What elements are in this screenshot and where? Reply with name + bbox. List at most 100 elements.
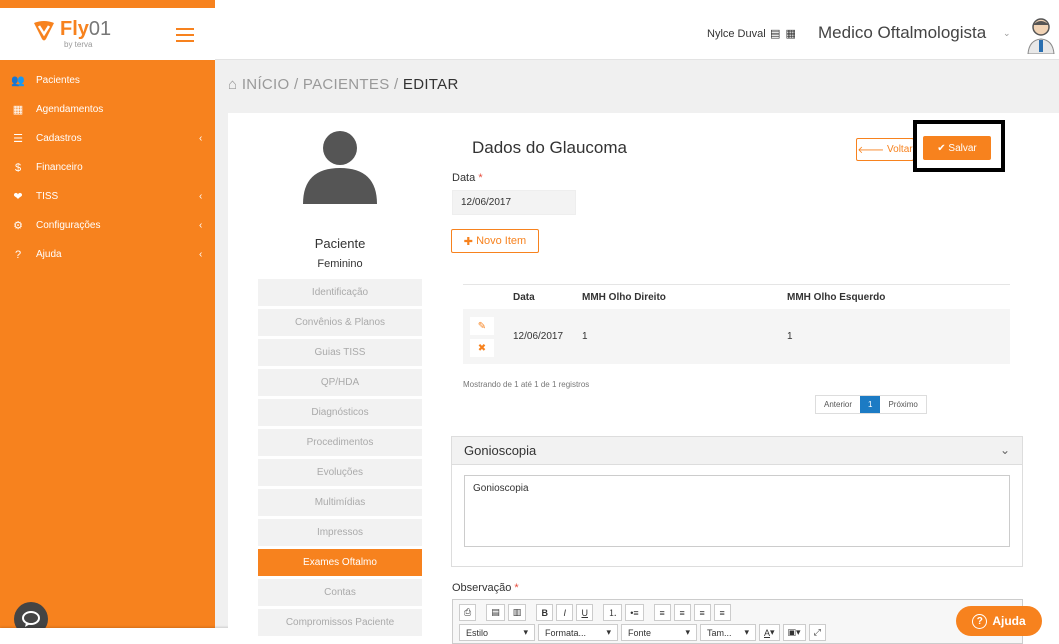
ajuda-button[interactable]: ? Ajuda [956, 606, 1042, 636]
observacao-editor: ⎙ ▤ ▥ B I U ⒈ •≡ ≡ ≡ ≡ ≡ Estilo ▾ Formata… [452, 599, 1023, 644]
paste-text-icon[interactable]: ▥ [507, 604, 527, 621]
bullet-list-icon[interactable]: •≡ [625, 604, 644, 621]
sidebar-item-configuracoes[interactable]: ⚙ Configurações ‹ [0, 211, 215, 240]
chevron-left-icon: ‹ [199, 249, 203, 260]
sidebar-item-financeiro[interactable]: $ Financeiro [0, 153, 215, 182]
sidebar-item-label: TISS [36, 191, 59, 202]
italic-icon[interactable]: I [556, 604, 574, 621]
question-icon: ? [14, 248, 22, 261]
sidebar-item-label: Cadastros [36, 133, 82, 144]
patient-section-menu: Identificação Convênios & Planos Guias T… [251, 276, 429, 639]
table-cell: 1 [582, 331, 588, 342]
brand-by: by terva [64, 40, 93, 49]
logo-area: Fly01 by terva [0, 8, 215, 60]
arrow-left-icon: 🡐 [857, 144, 888, 156]
calendar-icon: ▦ [12, 104, 24, 116]
chevron-down-icon[interactable]: ⌄ [1000, 443, 1010, 457]
section-diagnosticos[interactable]: Diagnósticos [258, 399, 422, 426]
section-convenios[interactable]: Convênios & Planos [258, 309, 422, 336]
data-field[interactable]: 12/06/2017 [452, 190, 576, 215]
chevron-down-icon[interactable]: ⌄ [1003, 28, 1011, 39]
print-icon[interactable]: ⎙ [459, 604, 477, 621]
bg-color-icon[interactable]: ▣▾ [782, 624, 806, 641]
sidebar: Fly01 by terva 👥 Pacientes ▦ Agendamento… [0, 8, 215, 644]
sidebar-item-label: Configurações [36, 220, 101, 231]
doctor-avatar-icon[interactable] [1025, 16, 1057, 54]
chevron-left-icon: ‹ [199, 191, 203, 202]
heart-icon: ❤ [13, 191, 23, 203]
size-select[interactable]: Tam... ▾ [700, 624, 756, 641]
pager-prev[interactable]: Anterior [816, 396, 860, 413]
section-qp-hda[interactable]: QP/HDA [258, 369, 422, 396]
format-select[interactable]: Formata... ▾ [538, 624, 618, 641]
salvar-button[interactable]: ✔ Salvar [923, 136, 991, 160]
pager-next[interactable]: Próximo [880, 396, 925, 413]
paste-icon[interactable]: ▤ [486, 604, 505, 621]
grid-icon[interactable]: ▤ ▦ [770, 27, 797, 40]
align-right-icon[interactable]: ≡ [693, 604, 711, 621]
align-justify-icon[interactable]: ≡ [713, 604, 731, 621]
breadcrumb: ⌂ INÍCIO / PACIENTES / EDITAR [228, 76, 459, 93]
users-icon: 👥 [11, 75, 25, 87]
pagination: Anterior 1 Próximo [815, 395, 927, 414]
underline-icon[interactable]: U [576, 604, 594, 621]
sidebar-item-label: Agendamentos [36, 104, 104, 115]
section-impressos[interactable]: Impressos [258, 519, 422, 546]
section-evolucoes[interactable]: Evoluções [258, 459, 422, 486]
section-exames-oftalmo[interactable]: Exames Oftalmo [258, 549, 422, 576]
chevron-left-icon: ‹ [199, 133, 203, 144]
table-header: Data MMH Olho Direito MMH Olho Esquerdo [463, 284, 1010, 309]
section-guias-tiss[interactable]: Guias TISS [258, 339, 422, 366]
gonioscopia-header[interactable]: Gonioscopia ⌄ [452, 437, 1022, 465]
style-select[interactable]: Estilo ▾ [459, 624, 535, 641]
sidebar-item-label: Pacientes [36, 75, 80, 86]
novo-item-button[interactable]: ✚ Novo Item [451, 229, 539, 253]
column-header[interactable]: Data [513, 292, 582, 303]
home-icon[interactable]: ⌂ [228, 76, 237, 93]
edit-icon[interactable]: ✎ [470, 317, 494, 335]
brand-name: Fly01 [60, 18, 112, 40]
pager-page[interactable]: 1 [860, 396, 881, 413]
fullscreen-icon[interactable]: ⤢ [808, 624, 826, 641]
table-row: ✎ ✖ 12/06/2017 1 1 [463, 309, 1010, 364]
gonioscopia-textarea[interactable]: Gonioscopia [464, 475, 1010, 547]
align-left-icon[interactable]: ≡ [653, 604, 671, 621]
breadcrumb-home[interactable]: INÍCIO [242, 76, 290, 93]
user-name[interactable]: Nylce Duval [707, 28, 766, 40]
menu-toggle-icon[interactable] [176, 28, 194, 42]
editor-toolbar-row: ⎙ ▤ ▥ B I U ⒈ •≡ ≡ ≡ ≡ ≡ [459, 604, 731, 621]
bold-icon[interactable]: B [536, 604, 554, 621]
dollar-icon: $ [14, 161, 22, 174]
section-contas[interactable]: Contas [258, 579, 422, 606]
observacao-label: Observação * [452, 582, 519, 594]
delete-icon[interactable]: ✖ [470, 339, 494, 357]
sidebar-item-ajuda[interactable]: ? Ajuda ‹ [0, 240, 215, 269]
patient-name: Paciente [314, 236, 366, 251]
sidebar-item-cadastros[interactable]: ☰ Cadastros ‹ [0, 124, 215, 153]
list-icon: ☰ [13, 133, 23, 145]
breadcrumb-current: EDITAR [402, 76, 459, 93]
breadcrumb-pacientes[interactable]: PACIENTES [303, 76, 390, 93]
text-color-icon[interactable]: A ▾ [759, 624, 780, 641]
check-icon: ✔ [937, 142, 949, 154]
sidebar-item-agendamentos[interactable]: ▦ Agendamentos [0, 95, 215, 124]
section-multimidias[interactable]: Multimídias [258, 489, 422, 516]
column-header[interactable]: MMH Olho Direito [582, 292, 787, 303]
table-summary: Mostrando de 1 até 1 de 1 registros [463, 380, 590, 389]
section-compromissos[interactable]: Compromissos Paciente [258, 609, 422, 636]
logo[interactable]: Fly01 by terva [32, 16, 152, 52]
numbered-list-icon[interactable]: ⒈ [603, 604, 623, 621]
sidebar-item-tiss[interactable]: ❤ TISS ‹ [0, 182, 215, 211]
voltar-button[interactable]: 🡐 Voltar [856, 138, 914, 161]
font-select[interactable]: Fonte ▾ [621, 624, 697, 641]
role-selector[interactable]: Medico Oftalmologista [818, 23, 986, 43]
data-label: Data * [452, 172, 483, 184]
column-header[interactable]: MMH Olho Esquerdo [787, 292, 885, 303]
plus-icon: ✚ [463, 235, 477, 248]
align-center-icon[interactable]: ≡ [673, 604, 691, 621]
section-procedimentos[interactable]: Procedimentos [258, 429, 422, 456]
question-icon: ? [972, 613, 988, 629]
form-title: Dados do Glaucoma [472, 138, 627, 157]
sidebar-item-pacientes[interactable]: 👥 Pacientes [0, 66, 215, 95]
section-identificacao[interactable]: Identificação [258, 279, 422, 306]
